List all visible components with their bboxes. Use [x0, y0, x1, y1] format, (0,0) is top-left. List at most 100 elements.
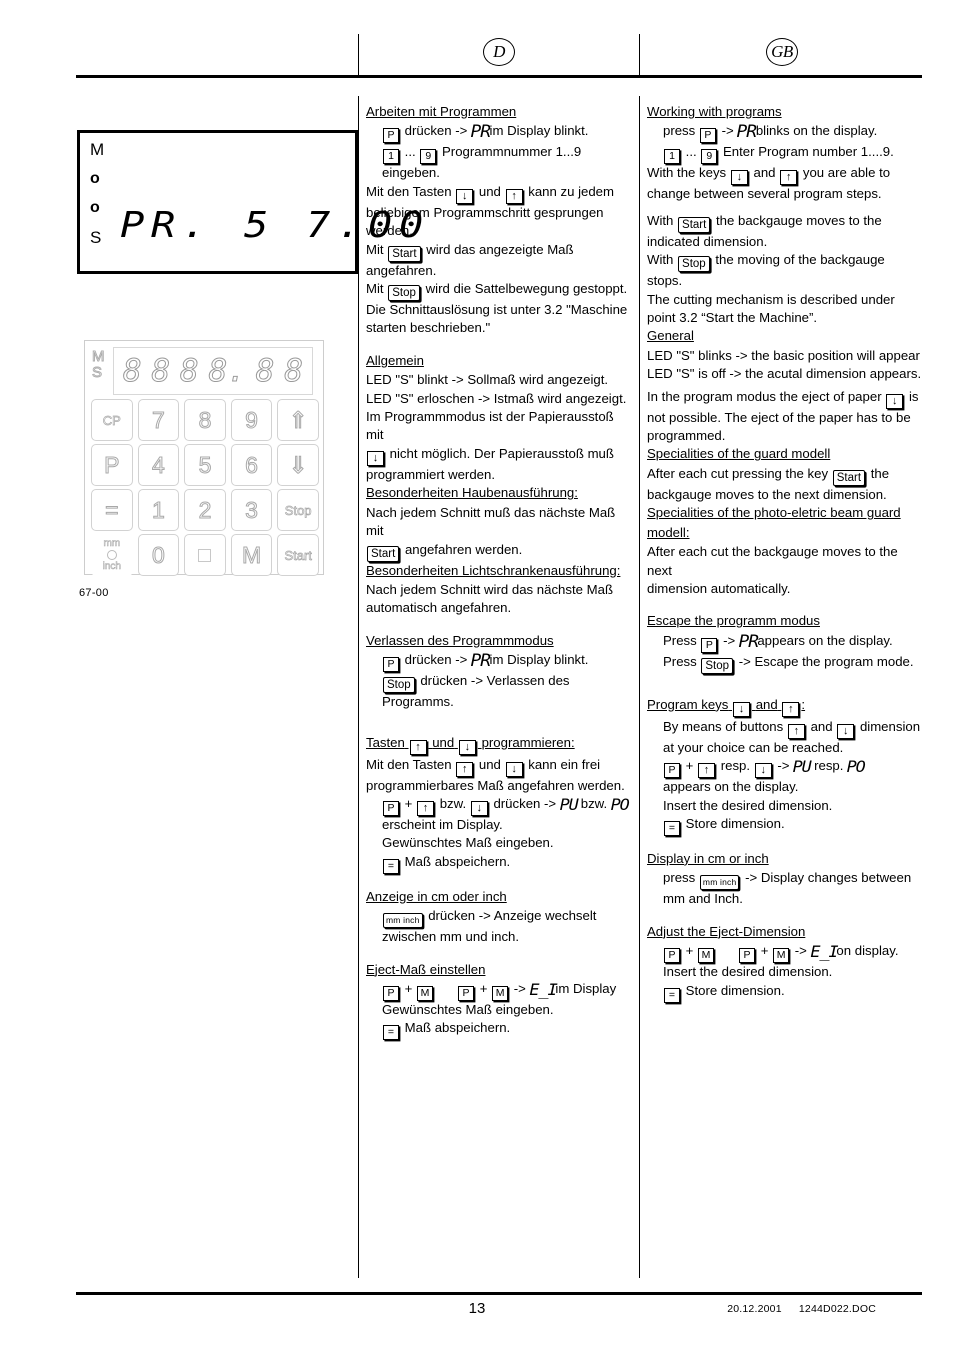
de-bzw-label-2: bzw. [580, 795, 608, 811]
en-line-cutting-mechanism: The cutting mechanism is described under [647, 291, 895, 307]
en-colon: : [801, 696, 806, 712]
header-divider-1 [358, 34, 359, 76]
keypad-key-mm-inch: mm inch [91, 534, 133, 576]
en-is-label: is [908, 388, 919, 404]
key-start-icon: Start [367, 545, 400, 562]
en-heading-photo-beam-model-line2: modell: [647, 524, 690, 540]
keypad-key-7: 7 [137, 399, 180, 441]
keypad-indicator-s: S [92, 364, 103, 381]
keypad-key-start: Start [277, 534, 319, 576]
language-badge-german: D [483, 38, 515, 66]
de-arrow-sign: -> [513, 980, 526, 996]
en-and-label: and [753, 165, 776, 181]
en-arrow-4: -> [794, 943, 807, 959]
keypad-key-4: 4 [137, 444, 180, 486]
de-line-p-plus-arrows: P + ↑ bzw. ↓ drücken -> PU bzw. PO [366, 795, 634, 816]
key-down-arrow-icon: ↓ [458, 739, 476, 755]
seg-eject-display: E_I [528, 979, 557, 999]
seg-po-display: PO [610, 794, 629, 814]
en-line-after-cut-auto: After each cut the backgauge moves to th… [647, 544, 898, 578]
de-line-appears-display: erscheint im Display. [382, 816, 503, 832]
en-line-stops: stops. [647, 273, 683, 289]
en-line-insert-dimension-2: Insert the desired dimension. [663, 964, 833, 980]
de-blinks-escape-label: im Display blinkt. [489, 652, 589, 668]
key-equals-icon: = [383, 858, 399, 874]
keypad-key-1: 1 [137, 489, 180, 531]
de-line-angefahren: angefahren. [366, 262, 437, 278]
de-with-keys-label: Mit den Tasten [366, 183, 452, 199]
en-press-label-4: press [663, 870, 696, 886]
en-heading-display-cm-inch: Display in cm or inch [647, 850, 769, 866]
en-backgauge-moves-label: the backgauge moves to the [716, 212, 882, 228]
en-line-eject-paper: In the program modus the eject of paper … [647, 388, 922, 409]
key-up-arrow-icon: ↑ [505, 188, 523, 204]
en-plus-sign-3: + [760, 943, 769, 959]
de-ellipsis: ... [404, 144, 416, 160]
key-m-icon: M [698, 948, 715, 964]
key-m-icon: M [417, 985, 434, 1001]
keypad-key-3: 3 [230, 489, 273, 531]
key-up-arrow-icon: ↑ [698, 763, 716, 779]
seg-pu-display: PU [559, 794, 578, 814]
de-plus-sign-2: + [404, 980, 413, 996]
en-arrow-1: -> [721, 123, 734, 139]
en-able-label: you are able to [802, 165, 891, 181]
en-line-press-mminch: press mm inch -> Display changes between [647, 869, 922, 891]
de-approach-label: angefahren werden. [404, 541, 523, 557]
seg-pu-display: PU [792, 757, 812, 777]
key-p-icon: P [383, 800, 399, 816]
de-line-press-stop-escape: Stop drücken -> Verlassen des [366, 672, 634, 694]
keypad-key-cp: CP [91, 399, 133, 441]
key-p-icon: P [699, 128, 716, 144]
de-and-label: und [478, 183, 501, 199]
de-line-programms: Programms. [382, 694, 454, 710]
en-heading-general: General [647, 328, 694, 344]
de-not-possible-label: nicht möglich. Der Papierausstoß muß [389, 445, 614, 461]
footer-document-id: 1244D022.DOC [798, 1303, 876, 1315]
de-line-enter-dimension: Gewünschtes Maß eingeben. [382, 835, 554, 851]
key-mm-inch-icon: mm inch [383, 913, 423, 929]
de-programmieren-label: programmieren: [481, 734, 575, 750]
en-heading-working-with-programs: Working with programs [647, 104, 782, 119]
de-plus-sign: + [404, 795, 413, 811]
seg-pr-display: PR [470, 651, 491, 672]
en-and-label-3: and [810, 718, 833, 734]
en-line-insert-dimension: Insert the desired dimension. [663, 797, 833, 813]
seg-digit-5: 8 [255, 353, 275, 389]
de-line-program-mode-eject: Im Programmmodus ist der Papierausstoß m… [366, 409, 614, 443]
de-line-automatically: automatisch angefahren. [366, 600, 512, 616]
en-line-after-each-cut-start: After each cut pressing the key Start th… [647, 465, 922, 486]
de-bzw-label-1: bzw. [439, 795, 467, 811]
de-mit-label-2: Mit [366, 281, 384, 297]
key-1-icon: 1 [664, 149, 680, 165]
key-down-arrow-icon: ↓ [367, 450, 384, 466]
key-equals-icon: = [664, 987, 680, 1003]
de-druecken-label: drücken -> [493, 795, 557, 811]
de-line-led-off: LED "S" erloschen -> Istmaß wird angezei… [366, 390, 627, 406]
keypad-key-0: 0 [137, 534, 180, 576]
seg-po-display: PO [846, 757, 866, 777]
en-eject-paper-label: In the program modus the eject of paper [647, 388, 882, 404]
lcd-flag-s: S [90, 228, 102, 247]
keypad-key-8: 8 [184, 399, 226, 441]
en-plus-sign: + [685, 758, 694, 774]
de-line-after-each-cut: Nach jedem Schnitt muß das nächste Maß m… [366, 504, 616, 539]
de-line-cut-release: Die Schnittauslösung ist unter 3.2 "Masc… [366, 302, 628, 318]
header-rule [76, 75, 922, 78]
de-heading-working-with-programs: Arbeiten mit Programmen [366, 104, 517, 119]
key-p-icon: P [383, 657, 399, 673]
keypad-key-square-icon [184, 534, 226, 576]
en-appears-label: appears on the display. [757, 632, 893, 648]
en-line-with-keys: With the keys ↓ and ↑ you are able to [647, 164, 922, 186]
en-plus-sign-2: + [685, 943, 694, 959]
en-store-label: Store dimension. [685, 815, 785, 831]
seg-pr-display: PR [470, 122, 491, 143]
lcd-flag-m: M [90, 140, 105, 159]
en-line-stop-backgauge: With Stop the moving of the backgauge [647, 251, 922, 273]
en-with-label-1: With [647, 212, 674, 228]
en-resp-label-2: resp. [814, 758, 844, 774]
en-line-by-means-buttons: By means of buttons ↑ and ↓ dimension [647, 718, 922, 739]
en-heading-program-keys: Program keys ↓ and ↑: [647, 696, 922, 717]
key-start-icon: Start [832, 469, 866, 486]
figure-caption: 67-00 [79, 587, 109, 599]
